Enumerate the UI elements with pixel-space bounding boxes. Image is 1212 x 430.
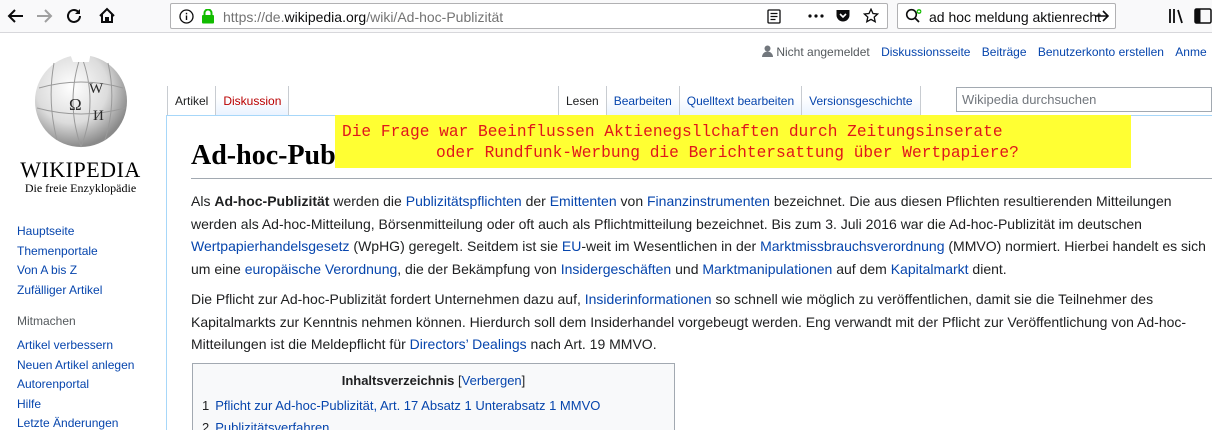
talk-page-link[interactable]: Diskussionsseite [881, 45, 970, 59]
sidebars-icon[interactable] [1194, 7, 1212, 25]
pocket-icon[interactable] [835, 8, 851, 24]
link-emittenten[interactable]: Emittenten [550, 193, 617, 209]
tab-artikel[interactable]: Artikel [167, 86, 216, 115]
wiki-search-input[interactable] [957, 88, 1211, 111]
forward-arrow-icon [37, 9, 53, 23]
browser-toolbar: https://de.wikipedia.org/wiki/Ad-hoc-Pub… [0, 0, 1212, 33]
sidebar-item-a-bis-z[interactable]: Von A bis Z [17, 261, 157, 281]
toc-toggle-link[interactable]: Verbergen [462, 373, 522, 388]
info-icon[interactable] [179, 9, 194, 24]
tab-bearbeiten[interactable]: Bearbeiten [605, 86, 679, 115]
sidebar-item-themenportale[interactable]: Themenportale [17, 242, 157, 262]
create-account-link[interactable]: Benutzerkonto erstellen [1038, 45, 1164, 59]
wikipedia-logo[interactable]: Ω W И WIKIPEDIA Die freie Enzyklopädie [18, 48, 143, 196]
reload-button[interactable] [62, 4, 86, 28]
tab-quelltext[interactable]: Quelltext bearbeiten [678, 86, 802, 115]
table-of-contents: Inhaltsverzeichnis [Verbergen] 1 Pflicht … [192, 363, 675, 430]
library-icon[interactable] [1168, 7, 1186, 25]
link-mmvo[interactable]: Marktmissbrauchsverordnung [760, 238, 944, 254]
personal-tools: Nicht angemeldet Diskussionsseite Beiträ… [762, 45, 1207, 59]
user-icon [762, 45, 773, 57]
annotation-line-2: oder Rundfunk-Werbung die Berichtersattu… [436, 144, 1019, 162]
paragraph-2: Die Pflicht zur Ad-hoc-Publizität forder… [191, 291, 1187, 352]
reader-view-icon[interactable] [767, 9, 781, 24]
sidebar-item-verbessern[interactable]: Artikel verbessern [17, 336, 157, 356]
svg-text:W: W [89, 81, 104, 97]
toc-item[interactable]: 2 Publizitätsverfahren [202, 420, 329, 430]
sidebar: Hauptseite Themenportale Von A bis Z Zuf… [17, 222, 157, 430]
sidebar-heading-mitmachen: Mitmachen [17, 314, 76, 328]
home-button[interactable] [95, 4, 119, 28]
paragraph-1: Als Ad-hoc-Publizität werden die Publizi… [191, 193, 1206, 277]
toc-heading: Inhaltsverzeichnis [Verbergen] [341, 373, 526, 388]
page-actions-icon[interactable] [807, 8, 825, 24]
lock-icon[interactable] [201, 9, 215, 24]
reload-icon [67, 8, 81, 23]
sidebar-item-hilfe[interactable]: Hilfe [17, 395, 157, 415]
title-divider [191, 178, 1212, 179]
svg-text:И: И [93, 108, 104, 124]
annotation-overlay: Die Frage war Beeinflussen Aktienegsllch… [335, 115, 1131, 168]
link-finanzinstrumenten[interactable]: Finanzinstrumenten [647, 193, 770, 209]
tab-versionsgeschichte[interactable]: Versionsgeschichte [801, 86, 921, 115]
wikipedia-wordmark: WIKIPEDIA [20, 157, 141, 182]
url-text: https://de.wikipedia.org/wiki/Ad-hoc-Pub… [223, 9, 504, 25]
forward-button[interactable] [32, 4, 56, 28]
puzzle-globe-icon: Ω W И [34, 49, 127, 148]
bookmark-star-icon[interactable] [863, 8, 879, 24]
view-tabs: Lesen Bearbeiten Quelltext bearbeiten Ve… [558, 86, 921, 115]
search-go-icon[interactable] [1094, 8, 1110, 24]
search-engine-icon [905, 8, 923, 24]
tab-lesen[interactable]: Lesen [558, 86, 606, 115]
link-kapitalmarkt[interactable]: Kapitalmarkt [891, 261, 969, 277]
tab-diskussion[interactable]: Diskussion [215, 86, 290, 115]
link-publizitaetspflichten[interactable]: Publizitätspflichten [406, 193, 522, 209]
url-bar[interactable]: https://de.wikipedia.org/wiki/Ad-hoc-Pub… [170, 3, 888, 29]
sidebar-item-hauptseite[interactable]: Hauptseite [17, 222, 157, 242]
link-eu-verordnung[interactable]: europäische Verordnung [245, 261, 398, 277]
browser-search-bar[interactable]: ad hoc meldung aktienrecht [897, 3, 1116, 29]
sidebar-item-autorenportal[interactable]: Autorenportal [17, 375, 157, 395]
sidebar-item-neuer-artikel[interactable]: Neuen Artikel anlegen [17, 356, 157, 376]
anon-status: Nicht angemeldet [776, 45, 870, 59]
link-insiderinformationen[interactable]: Insiderinformationen [585, 291, 712, 307]
link-marktmanipulation[interactable]: Marktmanipulationen [702, 261, 832, 277]
link-insidergeschaefte[interactable]: Insidergeschäften [561, 261, 672, 277]
contributions-link[interactable]: Beiträge [982, 45, 1027, 59]
sidebar-item-letzte-aenderungen[interactable]: Letzte Änderungen [17, 414, 157, 430]
back-arrow-icon [7, 9, 23, 23]
back-button[interactable] [4, 4, 28, 28]
wikipedia-tagline: Die freie Enzyklopädie [24, 181, 137, 195]
sidebar-item-zufall[interactable]: Zufälliger Artikel [17, 281, 157, 301]
wiki-search-box[interactable] [956, 87, 1212, 112]
login-link[interactable]: Anme [1175, 45, 1206, 59]
link-directors-dealings[interactable]: Directors’ Dealings [410, 336, 527, 352]
namespace-tabs: Artikel Diskussion [167, 86, 290, 115]
link-wphg[interactable]: Wertpapierhandelsgesetz [191, 238, 350, 254]
home-icon [99, 7, 115, 23]
svg-text:Ω: Ω [69, 95, 82, 114]
annotation-line-1: Die Frage war Beeinflussen Aktienegsllch… [342, 123, 1003, 141]
toc-item[interactable]: 1 Pflicht zur Ad-hoc-Publizität, Art. 17 … [202, 398, 600, 413]
browser-search-query: ad hoc meldung aktienrecht [929, 9, 1101, 25]
link-eu[interactable]: EU [562, 238, 581, 254]
